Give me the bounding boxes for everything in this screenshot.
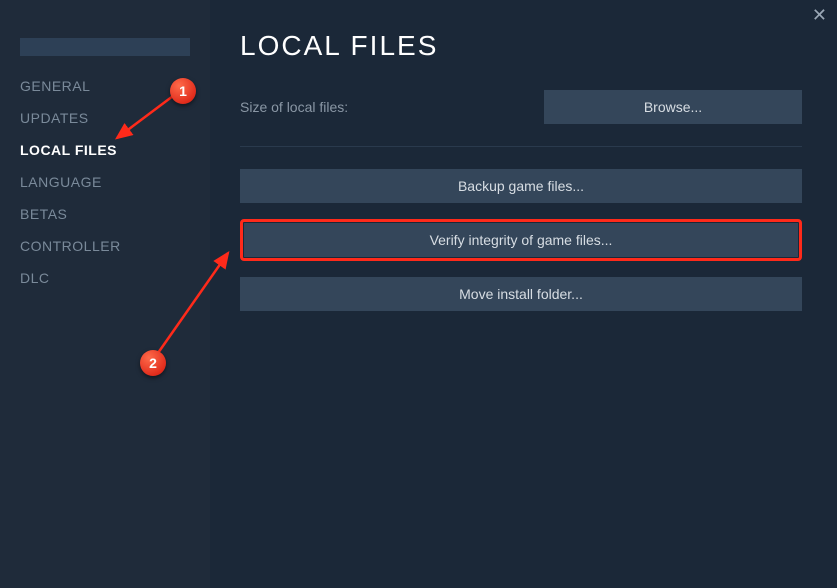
move-row: Move install folder... (240, 277, 802, 311)
sidebar-item-betas[interactable]: BETAS (0, 198, 210, 230)
browse-button[interactable]: Browse... (544, 90, 802, 124)
sidebar-top-highlight (20, 38, 190, 56)
close-icon[interactable]: ✕ (812, 6, 827, 24)
size-of-local-files-label: Size of local files: (240, 99, 348, 115)
verify-integrity-button[interactable]: Verify integrity of game files... (244, 223, 798, 257)
page-title: LOCAL FILES (240, 30, 802, 62)
sidebar-item-language[interactable]: LANGUAGE (0, 166, 210, 198)
move-install-folder-button[interactable]: Move install folder... (240, 277, 802, 311)
annotation-arrow-2 (150, 245, 240, 360)
backup-row: Backup game files... (240, 169, 802, 203)
size-row: Size of local files: Browse... (240, 90, 802, 124)
verify-highlight: Verify integrity of game files... (240, 219, 802, 261)
backup-game-files-button[interactable]: Backup game files... (240, 169, 802, 203)
annotation-badge-2: 2 (140, 350, 166, 376)
annotation-badge-1: 1 (170, 78, 196, 104)
divider (240, 146, 802, 147)
main-panel: ✕ LOCAL FILES Size of local files: Brows… (210, 0, 837, 588)
properties-window: GENERAL UPDATES LOCAL FILES LANGUAGE BET… (0, 0, 837, 588)
